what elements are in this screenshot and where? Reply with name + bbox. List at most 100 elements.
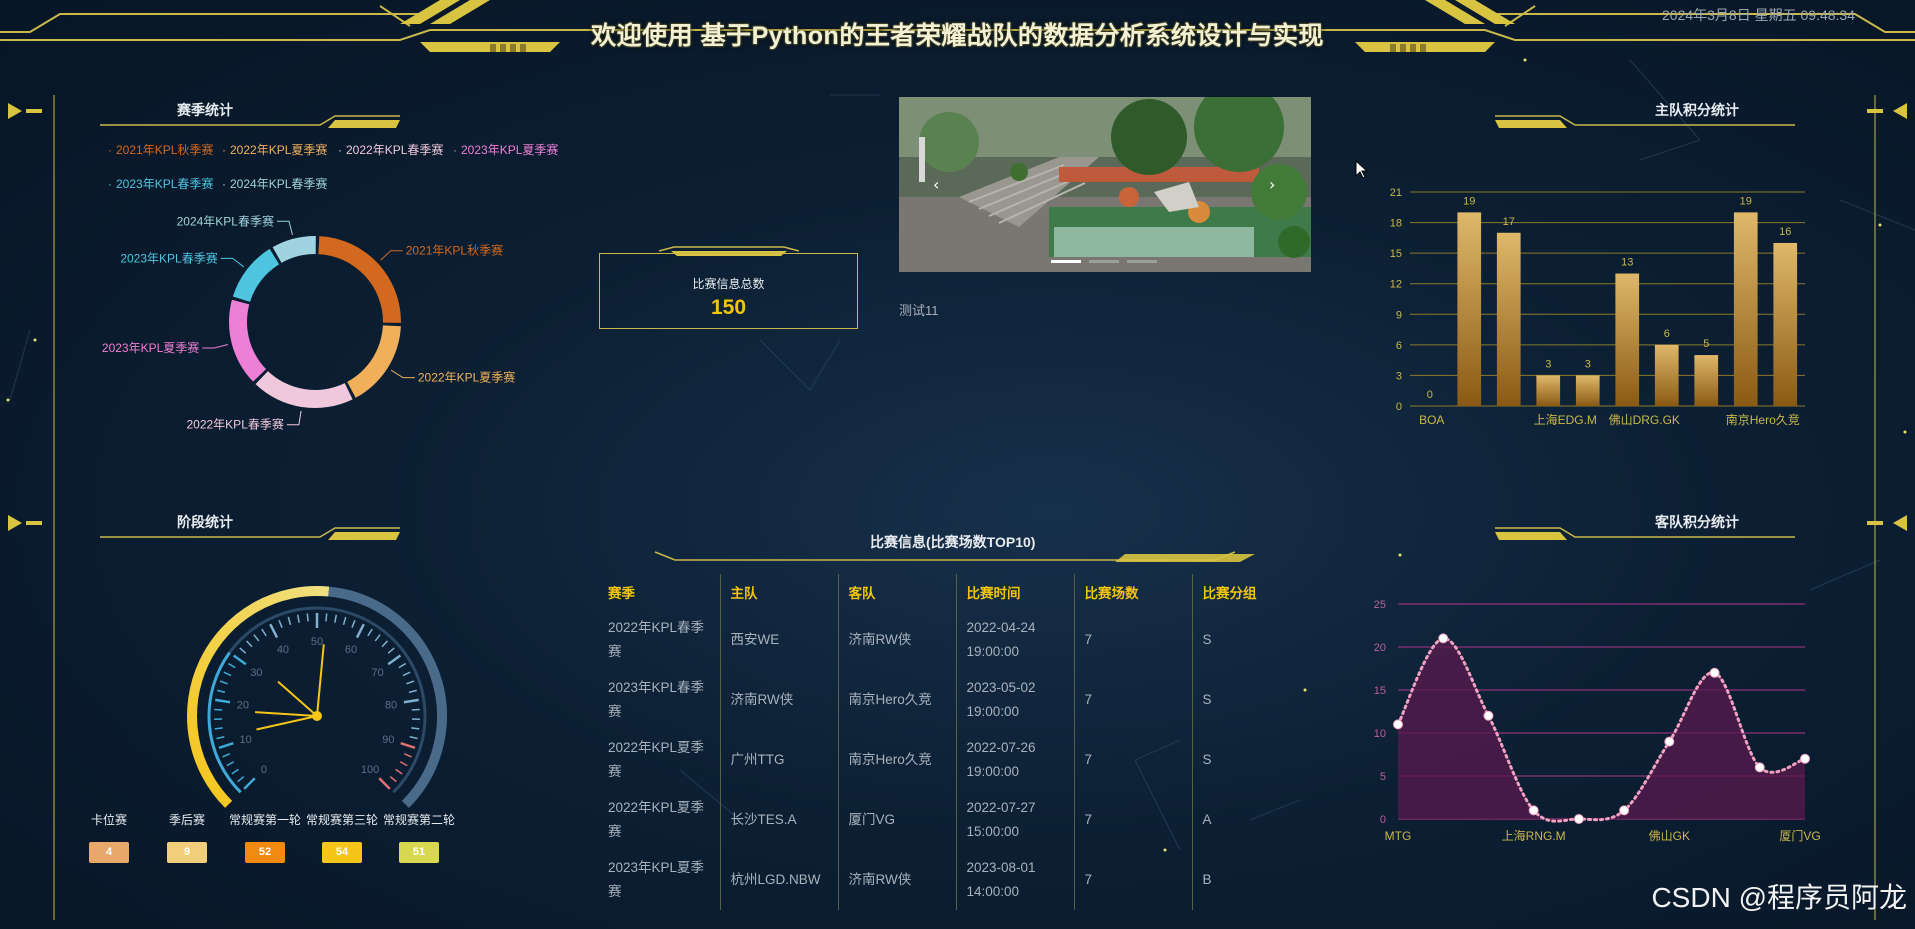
- y-tick-label: 21: [1390, 187, 1402, 199]
- gauge-tick: [269, 623, 279, 639]
- gauge-tick: [245, 640, 253, 648]
- y-tick-label: 18: [1390, 218, 1402, 230]
- gauge-tick: [387, 654, 402, 666]
- season-panel-underline: [100, 115, 400, 128]
- table-cell: 2022-04-24 19:00:00: [955, 610, 1074, 670]
- donut-leader-line: [202, 344, 228, 349]
- gauge-tick: [411, 708, 420, 711]
- match-table-container: 赛季 主队 客队 比赛时间 比赛场数 比赛分组 2022年KPL春季赛 西安WE…: [598, 574, 1310, 910]
- table-row[interactable]: 2022年KPL夏季赛 广州TTG 南京Hero久竞 2022-07-26 19…: [598, 730, 1310, 790]
- match-table-title: 比赛信息(比赛场数TOP10): [870, 534, 1036, 550]
- away-area-chart: 0 5 10 15 20 25 MTG 上海RNG.M 佛山GK 厦门VG: [1374, 599, 1821, 843]
- gauge-needle: [316, 644, 325, 717]
- bar: [1694, 355, 1719, 406]
- bar-value-label: 16: [1779, 226, 1791, 238]
- right-frame: [1867, 95, 1907, 920]
- gauge-tick: [378, 777, 391, 790]
- area-point: [1483, 710, 1494, 721]
- column-header[interactable]: 主队: [719, 574, 838, 610]
- y-tick-label: 10: [1374, 728, 1386, 740]
- x-tick-label: 上海EDG.M: [1534, 412, 1597, 427]
- gauge-tick-label: 50: [311, 636, 323, 648]
- donut-slice: [229, 299, 267, 382]
- stage-name: 常规赛第一轮: [228, 813, 301, 827]
- season-legend-item[interactable]: 2023年KPL夏季赛: [453, 141, 558, 158]
- gauge-tick: [334, 614, 338, 623]
- gauge-tick-label: 100: [361, 764, 379, 776]
- bar-value-label: 0: [1427, 389, 1433, 401]
- season-legend-item[interactable]: 2024年KPL春季赛: [222, 175, 327, 192]
- svg-text:‹: ‹: [933, 175, 939, 194]
- column-header[interactable]: 比赛时间: [955, 574, 1074, 610]
- table-cell: 7: [1073, 730, 1192, 790]
- season-legend-item[interactable]: 2023年KPL春季赛: [108, 175, 213, 192]
- gauge-tick: [243, 777, 256, 790]
- donut-leader-line: [286, 410, 302, 426]
- table-cell: 2022年KPL春季赛: [608, 620, 705, 659]
- column-header[interactable]: 客队: [837, 574, 956, 610]
- season-legend-item[interactable]: 2021年KPL秋季赛: [108, 141, 213, 158]
- y-tick-label: 3: [1396, 370, 1402, 382]
- table-row[interactable]: 2022年KPL夏季赛 长沙TES.A 厦门VG 2022-07-27 15:0…: [598, 790, 1310, 850]
- table-row[interactable]: 2023年KPL夏季赛 杭州LGD.NBW 济南RW侠 2023-08-01 1…: [598, 850, 1310, 910]
- stage-value-badge: 54: [322, 842, 362, 863]
- table-cell: 南京Hero久竞: [837, 670, 956, 730]
- gauge-tick: [222, 753, 231, 758]
- y-tick-label: 25: [1374, 599, 1386, 611]
- x-tick-label: 南京Hero久竞: [1726, 412, 1800, 427]
- bar: [1773, 242, 1798, 406]
- table-cell: 西安WE: [719, 610, 838, 670]
- gauge-tick: [403, 753, 412, 758]
- season-legend-item[interactable]: 2022年KPL夏季赛: [222, 141, 327, 158]
- gauge-tick: [411, 727, 420, 730]
- bar: [1457, 212, 1482, 406]
- table-cell: 济南RW侠: [837, 850, 956, 910]
- donut-slice: [232, 248, 280, 302]
- y-tick-label: 15: [1390, 248, 1402, 260]
- table-cell: 7: [1073, 850, 1192, 910]
- gauge-tick: [215, 698, 231, 704]
- away-panel-underline: [1495, 527, 1795, 540]
- table-cell: 长沙TES.A: [719, 790, 838, 850]
- column-header[interactable]: 赛季: [598, 574, 720, 610]
- donut-label: 2023年KPL夏季赛: [102, 340, 199, 355]
- bar-value-label: 19: [1463, 195, 1475, 207]
- gauge-tick: [342, 616, 347, 625]
- gauge-tick: [214, 708, 223, 711]
- table-row[interactable]: 2022年KPL春季赛 西安WE 济南RW侠 2022-04-24 19:00:…: [598, 610, 1310, 670]
- donut-label: 2022年KPL春季赛: [186, 417, 283, 432]
- season-legend-item[interactable]: 2022年KPL春季赛: [338, 141, 443, 158]
- gauge-tick: [278, 619, 283, 628]
- gauge-tick-label: 70: [372, 667, 384, 679]
- gauge-tick: [216, 735, 225, 740]
- stage-panel-underline: [100, 527, 400, 540]
- column-header[interactable]: 比赛分组: [1191, 574, 1310, 610]
- donut-label: 2022年KPL夏季赛: [418, 370, 515, 385]
- carousel-image[interactable]: ‹ ›: [899, 97, 1311, 272]
- table-cell: 济南RW侠: [719, 670, 838, 730]
- stage-name: 卡位赛: [90, 813, 127, 827]
- kpi-card: 比赛信息总数 150: [599, 253, 858, 329]
- x-tick-label: 佛山GK: [1649, 829, 1690, 843]
- donut-slice: [272, 236, 316, 263]
- area-point: [1573, 814, 1584, 824]
- table-row[interactable]: 2023年KPL春季赛 济南RW侠 南京Hero久竞 2023-05-02 19…: [598, 670, 1310, 730]
- bar-value-label: 5: [1703, 338, 1709, 350]
- bar-value-label: 17: [1503, 216, 1515, 228]
- bar-value-label: 19: [1740, 195, 1752, 207]
- gauge-tick: [253, 634, 260, 642]
- stage-value-badge: 52: [245, 842, 285, 863]
- bar: [1654, 344, 1679, 406]
- left-frame: [8, 95, 55, 920]
- bar: [1496, 232, 1521, 406]
- kpi-value: 150: [710, 296, 747, 319]
- gauge-tick: [325, 613, 328, 622]
- column-header[interactable]: 比赛场数: [1073, 574, 1192, 610]
- gauge-tick: [367, 628, 373, 637]
- bar: [1575, 375, 1600, 406]
- gauge-tick: [217, 689, 226, 694]
- match-table-underline: [654, 551, 1255, 562]
- y-tick-label: 5: [1380, 771, 1386, 783]
- gauge-tick: [399, 761, 408, 767]
- gauge-tick-label: 30: [250, 667, 262, 679]
